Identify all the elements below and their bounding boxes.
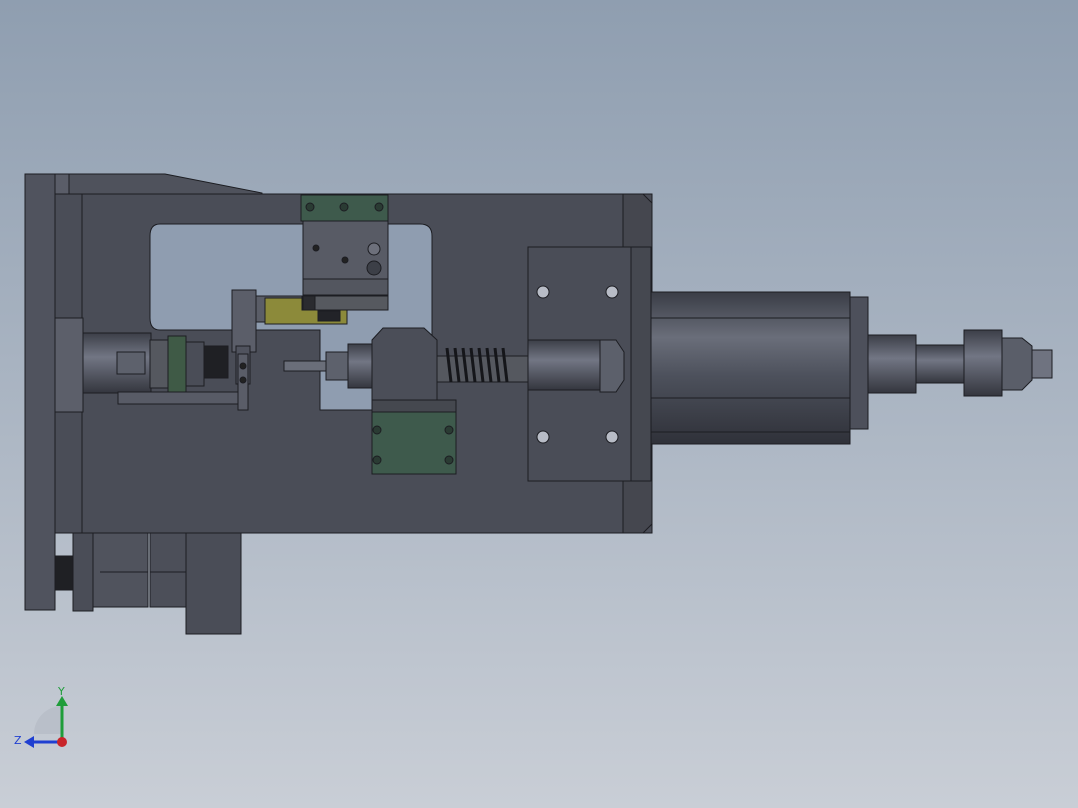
y-axis-label: Y [57,686,65,698]
graphics-viewport[interactable]: Y Z [0,0,1078,808]
z-axis-label: Z [14,734,22,747]
locating-pin[interactable] [237,353,249,411]
lower-brackets[interactable] [54,532,242,635]
triad-plane-icon [34,706,62,734]
orientation-triad[interactable]: Y Z [12,686,82,756]
servo-motor[interactable] [650,291,1053,445]
x-axis-dot-icon [57,737,67,747]
top-mounting-block[interactable] [300,194,389,296]
motor-flange[interactable] [527,246,652,482]
cad-assembly-model[interactable] [0,0,1078,808]
